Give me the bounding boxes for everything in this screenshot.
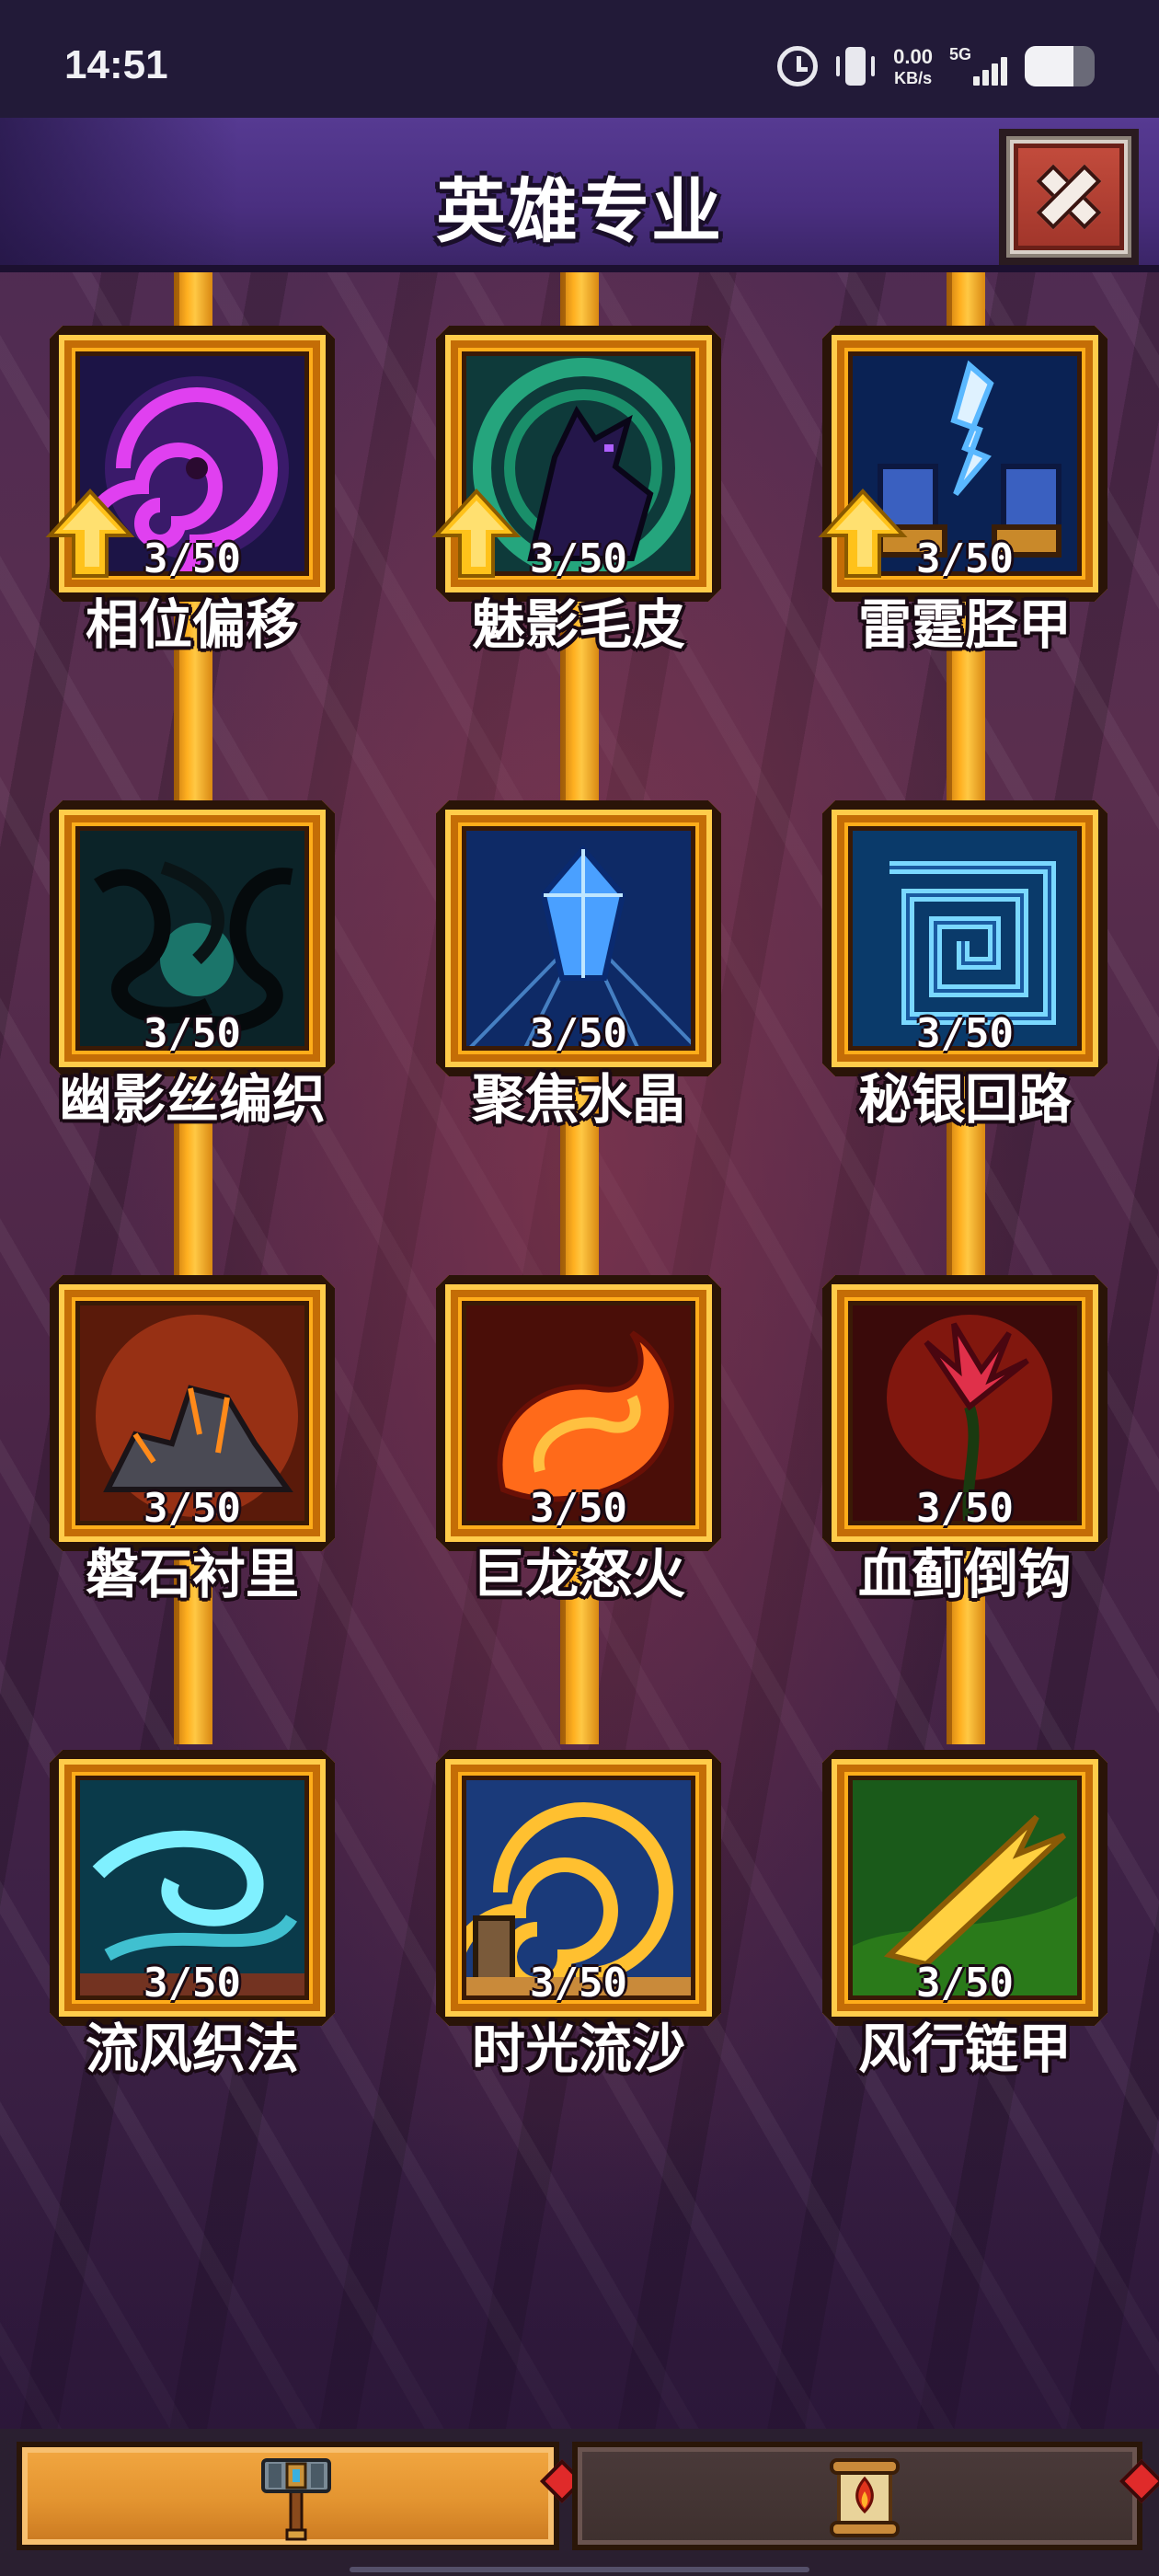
- skill-card[interactable]: 3/50 风行链甲: [822, 1750, 1107, 2081]
- skill-level: 3/50: [143, 1960, 241, 2007]
- net-speed-value: 0.00: [893, 44, 933, 68]
- battery-icon: [1025, 46, 1095, 86]
- skill-card[interactable]: 3/50 雷霆胫甲: [818, 326, 1107, 657]
- skill-name: 幽影丝编织: [58, 1068, 326, 1131]
- status-time: 14:51: [64, 42, 168, 87]
- skill-name: 聚焦水晶: [471, 1068, 685, 1131]
- skill-name: 磐石衬里: [85, 1543, 299, 1605]
- status-icons: 0.00 KB/s 5G: [777, 40, 1095, 92]
- skill-card[interactable]: 3/50 流风织法: [50, 1750, 335, 2081]
- signal-icon: 5G: [949, 45, 1008, 87]
- skill-card[interactable]: 3/50 血蓟倒钩: [822, 1275, 1107, 1606]
- network-speed: 0.00 KB/s: [893, 44, 933, 87]
- scroll-icon: [830, 2458, 900, 2537]
- skill-card[interactable]: 3/50 巨龙怒火: [436, 1275, 721, 1606]
- skill-level: 3/50: [916, 1960, 1014, 2007]
- skill-name: 血蓟倒钩: [857, 1543, 1072, 1605]
- title-bar: 英雄专业: [0, 118, 1159, 272]
- page-title: 英雄专业: [436, 170, 723, 252]
- skill-level: 3/50: [916, 535, 1014, 582]
- skill-grid: 3/50 相位偏移 3/50 魅影毛皮 3/50 雷霆胫甲 3/50 幽影丝编织 3/50 聚焦水…: [0, 272, 1159, 2429]
- skill-card[interactable]: 3/50 聚焦水晶: [436, 800, 721, 1132]
- bottom-tab-bar: [0, 2429, 1159, 2576]
- skill-name: 魅影毛皮: [471, 593, 685, 656]
- skill-level: 3/50: [143, 1010, 241, 1057]
- skill-name: 雷霆胫甲: [857, 593, 1072, 656]
- skill-name: 秘银回路: [857, 1068, 1072, 1131]
- skill-level: 3/50: [530, 1010, 627, 1057]
- skill-name: 相位偏移: [85, 593, 299, 656]
- close-button[interactable]: [999, 129, 1139, 265]
- skill-card[interactable]: 3/50 相位偏移: [45, 326, 335, 657]
- tab-gem-icon: [1119, 2458, 1159, 2504]
- skill-card[interactable]: 3/50 秘银回路: [822, 800, 1107, 1132]
- skill-name: 时光流沙: [471, 2018, 685, 2080]
- skill-level: 3/50: [530, 1960, 627, 2007]
- skill-name: 流风织法: [85, 2018, 299, 2080]
- skill-card[interactable]: 3/50 魅影毛皮: [431, 326, 721, 657]
- net-speed-unit: KB/s: [894, 68, 933, 87]
- status-bar: 14:51 0.00 KB/s 5G: [0, 0, 1159, 118]
- skill-name: 巨龙怒火: [471, 1543, 685, 1605]
- skill-level: 3/50: [916, 1010, 1014, 1057]
- vibrate-icon: [834, 45, 877, 87]
- skill-level: 3/50: [530, 1485, 627, 1532]
- network-type: 5G: [949, 45, 972, 63]
- skill-name: 风行链甲: [857, 2018, 1072, 2080]
- skill-level: 3/50: [143, 1485, 241, 1532]
- hammer-icon: [261, 2458, 331, 2541]
- tab-scroll[interactable]: [572, 2442, 1159, 2550]
- skill-level: 3/50: [143, 535, 241, 582]
- skill-level: 3/50: [916, 1485, 1014, 1532]
- skill-level: 3/50: [530, 535, 627, 582]
- skill-card[interactable]: 3/50 磐石衬里: [50, 1275, 335, 1606]
- home-indicator: [350, 2567, 809, 2572]
- tab-forge[interactable]: [17, 2442, 585, 2550]
- skill-card[interactable]: 3/50 幽影丝编织: [50, 800, 335, 1132]
- skill-card[interactable]: 3/50 时光流沙: [436, 1750, 721, 2081]
- alarm-icon: [777, 46, 819, 86]
